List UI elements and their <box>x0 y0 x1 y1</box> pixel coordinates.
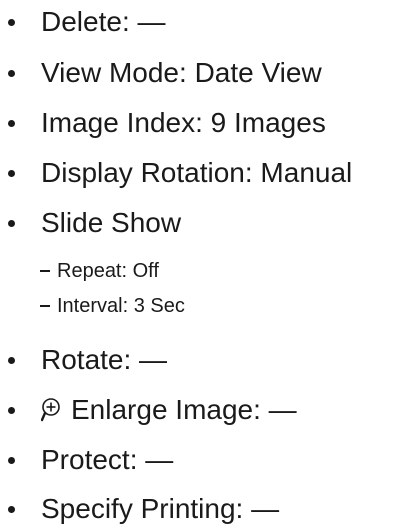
list-item-label: View Mode: Date View <box>41 57 322 88</box>
bullet-icon <box>8 119 15 127</box>
sub-item-label: Interval: 3 Sec <box>57 295 185 317</box>
list-item-label: Protect: — <box>41 444 174 475</box>
list-item-label: Enlarge Image: — <box>71 394 297 425</box>
bullet-icon <box>8 69 15 77</box>
list-item-label: Delete: — <box>41 6 166 37</box>
sub-item-label: Repeat: Off <box>57 260 159 282</box>
bullet-icon <box>8 18 15 26</box>
bullet-icon <box>8 406 15 414</box>
list-item-label: Image Index: 9 Images <box>41 107 326 138</box>
sub-item-interval: Interval: 3 Sec <box>40 292 185 320</box>
dash-icon <box>40 305 50 307</box>
list-item-label: Display Rotation: Manual <box>41 157 353 188</box>
bullet-icon <box>8 456 15 464</box>
sub-item-repeat: Repeat: Off <box>40 257 159 285</box>
bullet-icon <box>8 219 15 227</box>
zoom-in-icon <box>41 398 60 422</box>
list-item-label: Rotate: — <box>41 344 168 375</box>
dash-icon <box>40 270 50 272</box>
bullet-icon <box>8 505 15 513</box>
bullet-icon <box>8 356 15 364</box>
list-item-label-wrapper: Enlarge Image: — <box>41 390 297 430</box>
bullet-icon <box>8 169 15 177</box>
list-item-label: Slide Show <box>41 207 182 238</box>
list-item-label: Specify Printing: — <box>41 493 280 524</box>
